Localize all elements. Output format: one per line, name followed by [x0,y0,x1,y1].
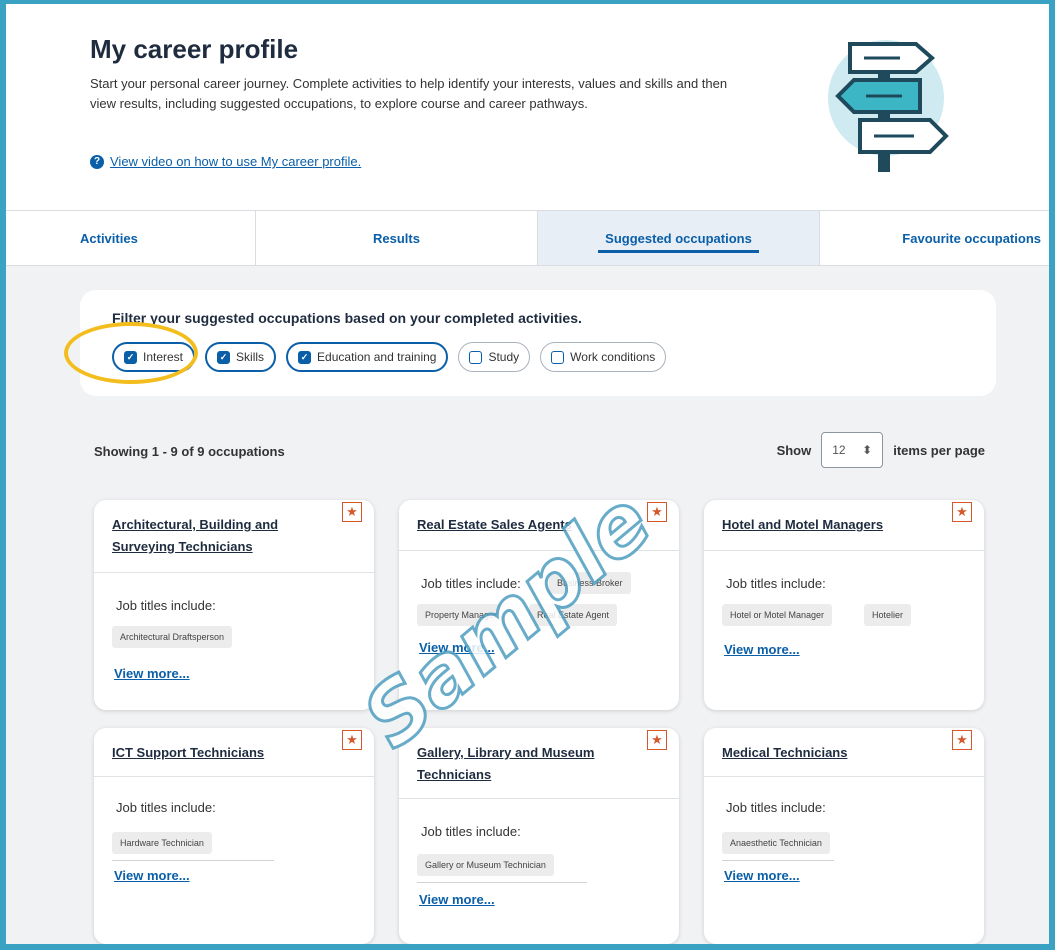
job-title-pill: Hotelier [864,604,912,626]
checkbox-icon [469,350,483,364]
favourite-star-icon[interactable]: ★ [952,730,972,750]
tab-bar: Activities Results Suggested occupations… [6,210,1049,266]
occupation-title-link[interactable]: Real Estate Sales Agents [417,514,627,536]
chip-label: Interest [143,350,184,364]
filter-chip-work-conditions[interactable]: Work conditions [540,342,667,372]
filter-chip-skills[interactable]: ✓ Skills [205,342,277,372]
video-link-label: View video on how to use My career profi… [110,154,362,169]
chip-label: Skills [236,350,265,364]
card-divider [399,550,679,551]
checkbox-icon: ✓ [217,350,231,364]
job-titles-label: Job titles include: [116,800,216,815]
chip-label: Education and training [317,350,437,364]
app-frame: My career profile Start your personal ca… [0,0,1055,950]
per-page-select[interactable]: 12 ⬍ [821,432,884,468]
filter-chip-education-training[interactable]: ✓ Education and training [286,342,449,372]
card-divider [94,572,374,573]
occupation-card: ICT Support Technicians ★ Job titles inc… [94,728,374,944]
card-divider [704,776,984,777]
favourite-star-icon[interactable]: ★ [952,502,972,522]
favourite-star-icon[interactable]: ★ [647,730,667,750]
per-page-value: 12 [832,443,846,457]
view-more-link[interactable]: View more... [419,640,495,655]
job-titles-label: Job titles include: [421,576,521,591]
select-arrows-icon: ⬍ [862,443,873,457]
occupation-title-link[interactable]: ICT Support Technicians [112,742,322,764]
occupation-title-link[interactable]: Architectural, Building and Surveying Te… [112,514,322,558]
filter-chips: ✓ Interest ✓ Skills ✓ Education and trai… [112,342,667,372]
filter-title: Filter your suggested occupations based … [112,310,582,326]
occupation-card: Hotel and Motel Managers ★ Job titles in… [704,500,984,710]
occupation-card: Real Estate Sales Agents ★ Job titles in… [399,500,679,710]
view-more-link[interactable]: View more... [114,666,190,681]
view-more-link[interactable]: View more... [724,642,800,657]
results-count: Showing 1 - 9 of 9 occupations [94,444,285,459]
filter-card: Filter your suggested occupations based … [80,290,996,396]
tab-results[interactable]: Results [256,211,538,265]
pill-row-divider [722,860,834,861]
job-title-pill: Property Manager [417,604,506,626]
tab-suggested-label: Suggested occupations [605,230,752,246]
job-title-pill: Hardware Technician [112,832,212,854]
page-description: Start your personal career journey. Comp… [90,76,728,111]
view-more-link[interactable]: View more... [114,868,190,883]
help-icon: ? [90,154,104,169]
show-label: Show [776,442,812,458]
job-titles-label: Job titles include: [421,824,521,839]
page-title: My career profile [90,34,299,64]
checkbox-icon: ✓ [124,350,137,364]
view-more-link[interactable]: View more... [724,868,800,883]
tab-activities[interactable]: Activities [6,211,256,265]
occupation-title-link[interactable]: Medical Technicians [722,742,932,764]
job-titles-label: Job titles include: [116,598,216,613]
occupation-title-link[interactable]: Hotel and Motel Managers [722,514,932,536]
job-title-pill: Gallery or Museum Technician [417,854,554,876]
job-titles-label: Job titles include: [726,576,826,591]
card-divider [399,798,679,799]
card-divider [94,776,374,777]
view-more-link[interactable]: View more... [419,892,495,907]
favourite-star-icon[interactable]: ★ [647,502,667,522]
pill-row-divider [112,860,274,861]
video-link[interactable]: ? View video on how to use My career pro… [90,154,361,169]
checkbox-icon [551,350,565,364]
active-tab-indicator [598,250,759,253]
filter-chip-interest[interactable]: ✓ Interest [112,342,196,372]
pill-row-divider [417,882,587,883]
tab-suggested-occupations[interactable]: Suggested occupations [538,211,820,265]
job-title-pill: Business Broker [549,572,631,594]
job-titles-label: Job titles include: [726,800,826,815]
checkbox-icon: ✓ [298,350,312,364]
job-title-pill: Hotel or Motel Manager [722,604,833,626]
favourite-star-icon[interactable]: ★ [342,730,362,750]
chip-label: Work conditions [570,350,656,364]
occupation-card: Gallery, Library and Museum Technicians … [399,728,679,944]
filter-chip-study[interactable]: Study [458,342,531,372]
signpost-illustration [828,40,949,172]
occupation-card: Medical Technicians ★ Job titles include… [704,728,984,944]
occupation-card: Architectural, Building and Surveying Te… [94,500,374,710]
job-title-pill: Architectural Draftsperson [112,626,233,648]
job-title-pill: Anaesthetic Technician [722,832,830,854]
chip-label: Study [488,350,520,364]
page-header: My career profile Start your personal ca… [6,4,1049,210]
card-divider [704,550,984,551]
per-page-control: Show 12 ⬍ items per page [777,432,985,468]
favourite-star-icon[interactable]: ★ [342,502,362,522]
occupation-title-link[interactable]: Gallery, Library and Museum Technicians [417,742,627,786]
job-title-pill: Real Estate Agent [529,604,618,626]
per-page-suffix: items per page [893,442,985,458]
tab-favourite-occupations[interactable]: Favourite occupations [820,211,1049,265]
